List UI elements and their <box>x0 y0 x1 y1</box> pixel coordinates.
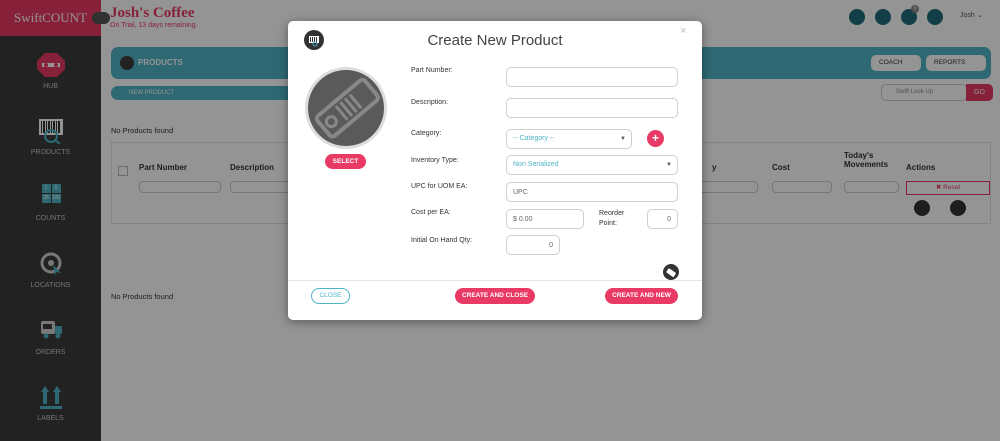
category-value: -- Category -- <box>513 135 555 142</box>
create-and-close-button[interactable]: CREATE AND CLOSE <box>455 288 535 304</box>
reorder-point-input[interactable] <box>647 209 678 229</box>
inventory-type-label: Inventory Type: <box>411 157 459 164</box>
part-number-input[interactable] <box>506 67 678 87</box>
chevron-down-icon: ▼ <box>666 162 672 168</box>
description-input[interactable] <box>506 98 678 118</box>
initial-qty-label: Initial On Hand Qty: <box>411 237 473 244</box>
initial-qty-input[interactable] <box>506 235 560 255</box>
inventory-type-select[interactable]: Non Serialized ▼ <box>506 155 678 175</box>
add-category-button[interactable]: + <box>647 130 664 147</box>
upc-input[interactable] <box>506 182 678 202</box>
description-label: Description: <box>411 99 448 106</box>
upc-label: UPC for UOM EA: <box>411 183 468 190</box>
cost-input[interactable] <box>506 209 584 229</box>
part-number-label: Part Number: <box>411 67 453 74</box>
create-product-modal: Create New Product × SELECT Part Number:… <box>288 21 702 320</box>
plus-icon: + <box>651 131 659 145</box>
modal-title: Create New Product <box>427 32 563 49</box>
close-icon[interactable]: × <box>680 25 686 37</box>
tag-icon[interactable] <box>663 264 679 280</box>
reorder-point-label: Reorder Point: <box>599 210 625 227</box>
category-label: Category: <box>411 130 442 137</box>
modal-footer-divider <box>288 280 702 281</box>
category-select[interactable]: -- Category -- ▼ <box>506 129 632 149</box>
create-and-new-button[interactable]: CREATE AND NEW <box>605 288 678 304</box>
product-image[interactable] <box>305 67 387 149</box>
close-button[interactable]: CLOSE <box>311 288 350 304</box>
select-image-button[interactable]: SELECT <box>325 154 366 169</box>
chevron-down-icon: ▼ <box>620 136 626 142</box>
inventory-type-value: Non Serialized <box>513 161 559 168</box>
cost-label: Cost per EA: <box>411 209 451 216</box>
